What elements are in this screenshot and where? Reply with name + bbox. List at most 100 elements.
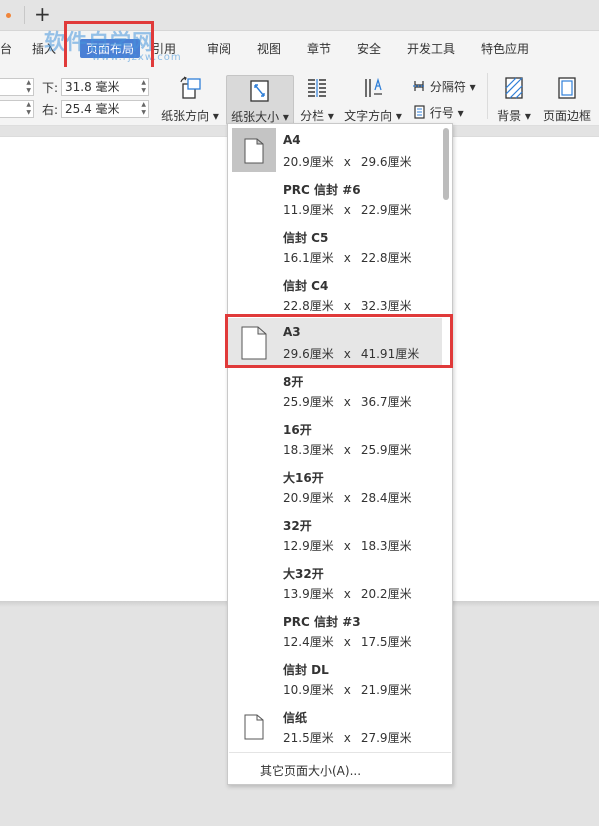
separator-icon [413, 81, 425, 91]
dimension-separator: x [343, 587, 351, 601]
line-number-button[interactable]: 行号 ▾ [412, 104, 464, 121]
paper-width: 13.9厘米 [283, 587, 334, 601]
more-page-sizes-item[interactable]: 其它页面大小(A)... [260, 762, 361, 779]
orientation-icon [180, 76, 201, 99]
dimension-separator: x [343, 299, 351, 313]
text-direction-label: 文字方向 [344, 109, 393, 123]
paper-size-option[interactable]: 16开 18.3厘米 x 25.9厘米 [228, 414, 442, 462]
unsaved-dot-icon [6, 13, 11, 18]
tab-developer-tools[interactable]: 开发工具 [407, 40, 455, 57]
paper-size-dropdown: A4 20.9厘米 x 29.6厘米 PRC 信封 #6 11.9厘米 x 22.9厘米 信封 … [227, 123, 453, 785]
paper-size-option[interactable]: 信纸 21.5厘米 x 27.9厘米 [228, 702, 442, 750]
separator-button[interactable]: 分隔符 ▾ [412, 78, 476, 95]
background-label: 背景 [497, 109, 522, 123]
paper-height: 25.9厘米 [360, 443, 412, 457]
paper-height: 28.4厘米 [360, 491, 412, 505]
paper-size-option[interactable]: PRC 信封 #6 11.9厘米 x 22.9厘米 [228, 174, 442, 222]
tab-security[interactable]: 安全 [357, 40, 381, 57]
tab-review[interactable]: 审阅 [207, 40, 231, 57]
paper-size-option[interactable]: 信封 C5 16.1厘米 x 22.8厘米 [228, 222, 442, 270]
paper-size-name: PRC 信封 #6 [283, 183, 361, 197]
paper-size-icon [250, 80, 269, 102]
orientation-label: 纸张方向 [161, 109, 210, 123]
site-watermark-url: www.rjzxw.com [92, 52, 182, 63]
line-number-label: 行号 [429, 106, 454, 120]
paper-size-label: 纸张大小 [231, 110, 280, 124]
bottom-margin-input[interactable]: 31.8 毫米 ▲ ▼ [61, 78, 149, 96]
paper-size-dimensions: 21.5厘米 x 27.9厘米 [283, 729, 412, 746]
paper-height: 27.9厘米 [360, 731, 412, 745]
paper-width: 29.6厘米 [283, 347, 334, 361]
paper-width: 10.9厘米 [283, 683, 334, 697]
paper-size-option[interactable]: 大32开 13.9厘米 x 20.2厘米 [228, 558, 442, 606]
paper-size-option[interactable]: A3 29.6厘米 x 41.91厘米 [228, 318, 442, 366]
paper-height: 29.6厘米 [360, 155, 412, 169]
dimension-separator: x [343, 731, 351, 745]
paper-height: 18.3厘米 [360, 539, 412, 553]
paper-size-option[interactable]: 8开 25.9厘米 x 36.7厘米 [228, 366, 442, 414]
right-margin-label: 右: [42, 103, 59, 117]
paper-size-option[interactable]: PRC 信封 #3 12.4厘米 x 17.5厘米 [228, 606, 442, 654]
tab-view[interactable]: 视图 [257, 40, 281, 57]
columns-icon [308, 79, 326, 97]
paper-width: 21.5厘米 [283, 731, 334, 745]
separator-label: 分隔符 [429, 80, 466, 94]
tab-start-partial[interactable]: 台 [0, 40, 12, 57]
paper-size-dimensions: 12.4厘米 x 17.5厘米 [283, 633, 412, 650]
bottom-margin-value: 31.8 毫米 [65, 80, 120, 94]
paper-width: 12.9厘米 [283, 539, 334, 553]
paper-icon [244, 714, 264, 740]
page-border-button[interactable]: 页面边框 [538, 67, 596, 125]
paper-icon [244, 138, 264, 164]
paper-height: 32.3厘米 [360, 299, 412, 313]
paper-size-option[interactable]: 32开 12.9厘米 x 18.3厘米 [228, 510, 442, 558]
paper-height: 36.7厘米 [360, 395, 412, 409]
right-margin-input[interactable]: 25.4 毫米 ▲ ▼ [61, 100, 149, 118]
page-border-label: 页面边框 [542, 109, 591, 123]
paper-size-name: 信封 C5 [283, 231, 329, 245]
orientation-button[interactable]: 纸张方向 ▾ [158, 67, 222, 125]
paper-icon [241, 326, 267, 360]
paper-size-name: A3 [283, 325, 301, 339]
dropdown-scroll-thumb[interactable] [443, 128, 449, 200]
paper-height: 20.2厘米 [360, 587, 412, 601]
columns-button[interactable]: 分栏 ▾ [296, 67, 338, 125]
paper-size-dimensions: 25.9厘米 x 36.7厘米 [283, 393, 412, 410]
left-margin-spin-partial[interactable]: ▲ ▼ [0, 100, 34, 118]
dimension-separator: x [343, 203, 351, 217]
paper-size-dimensions: 18.3厘米 x 25.9厘米 [283, 441, 412, 458]
text-direction-button[interactable]: 文字方向 ▾ [342, 67, 404, 125]
dimension-separator: x [343, 395, 351, 409]
columns-label: 分栏 [300, 109, 325, 123]
background-button[interactable]: 背景 ▾ [494, 67, 534, 125]
paper-size-option[interactable]: 信封 DL 10.9厘米 x 21.9厘米 [228, 654, 442, 702]
paper-size-dimensions: 10.9厘米 x 21.9厘米 [283, 681, 412, 698]
paper-width: 18.3厘米 [283, 443, 334, 457]
dimension-separator: x [343, 539, 351, 553]
paper-size-dimensions: 22.8厘米 x 32.3厘米 [283, 297, 412, 314]
paper-size-name: PRC 信封 #3 [283, 615, 361, 629]
dimension-separator: x [343, 251, 351, 265]
paper-size-button[interactable]: 纸张大小 ▾ [226, 75, 294, 125]
new-tab-plus-icon[interactable]: + [34, 3, 51, 25]
tab-divider [24, 6, 25, 24]
paper-size-option[interactable]: 信封 C4 22.8厘米 x 32.3厘米 [228, 270, 442, 318]
paper-size-dimensions: 20.9厘米 x 28.4厘米 [283, 489, 412, 506]
paper-height: 41.91厘米 [360, 347, 420, 361]
dropdown-scrollbar[interactable] [442, 126, 450, 750]
page-layout-toolbar: ▲ ▼ 下: 31.8 毫米 ▲ ▼ ▲ ▼ 右: 25.4 毫米 ▲ ▼ 纸张方向 ▾ 纸… [0, 67, 599, 126]
paper-size-name: 32开 [283, 519, 312, 533]
paper-size-option[interactable]: 大16开 20.9厘米 x 28.4厘米 [228, 462, 442, 510]
top-margin-spin-partial[interactable]: ▲ ▼ [0, 78, 34, 96]
paper-size-option[interactable]: A4 20.9厘米 x 29.6厘米 [228, 126, 442, 174]
tab-section[interactable]: 章节 [307, 40, 331, 57]
tab-special-apps[interactable]: 特色应用 [481, 40, 529, 57]
paper-width: 11.9厘米 [283, 203, 334, 217]
dimension-separator: x [343, 635, 351, 649]
paper-size-name: 大32开 [283, 567, 324, 581]
paper-width: 25.9厘米 [283, 395, 334, 409]
paper-width: 20.9厘米 [283, 155, 334, 169]
paper-size-dimensions: 29.6厘米 x 41.91厘米 [283, 345, 419, 362]
dropdown-divider [229, 752, 451, 753]
paper-size-name: 16开 [283, 423, 312, 437]
